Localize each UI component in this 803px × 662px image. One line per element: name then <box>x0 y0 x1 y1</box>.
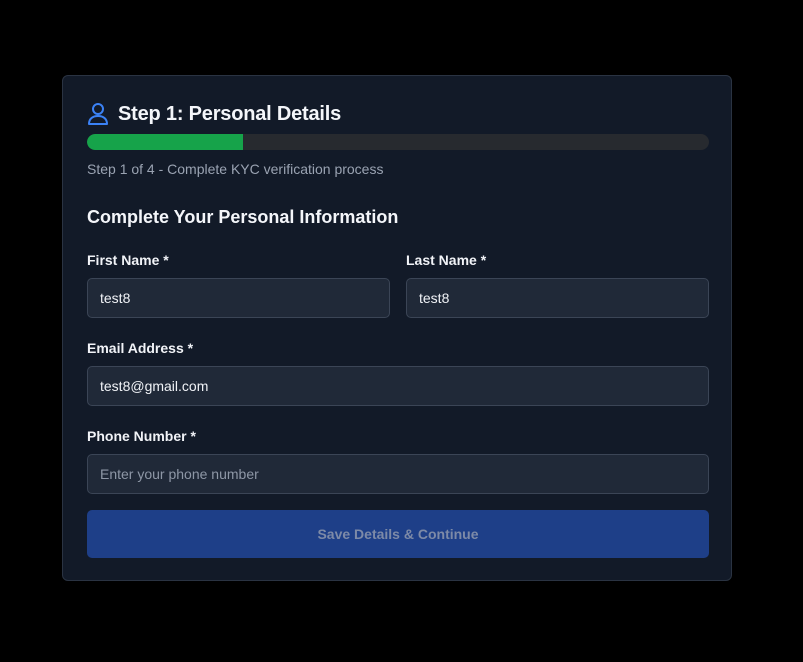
kyc-card: Step 1: Personal Details Step 1 of 4 - C… <box>62 75 732 581</box>
user-icon <box>87 102 109 126</box>
step-caption: Step 1 of 4 - Complete KYC verification … <box>87 161 384 177</box>
progress-fill <box>87 134 243 150</box>
last-name-field[interactable] <box>406 278 709 318</box>
card-header: Step 1: Personal Details <box>87 102 341 126</box>
phone-field[interactable] <box>87 454 709 494</box>
page-title: Step 1: Personal Details <box>118 102 342 125</box>
progress-bar <box>87 134 709 150</box>
section-title: Complete Your Personal Information <box>87 207 399 227</box>
last-name-label: Last Name * <box>406 252 487 268</box>
save-continue-button[interactable]: Save Details & Continue <box>87 510 709 558</box>
first-name-label: First Name * <box>87 252 169 268</box>
email-field[interactable] <box>87 366 709 406</box>
email-label: Email Address * <box>87 340 194 356</box>
phone-label: Phone Number * <box>87 428 196 444</box>
first-name-field[interactable] <box>87 278 390 318</box>
